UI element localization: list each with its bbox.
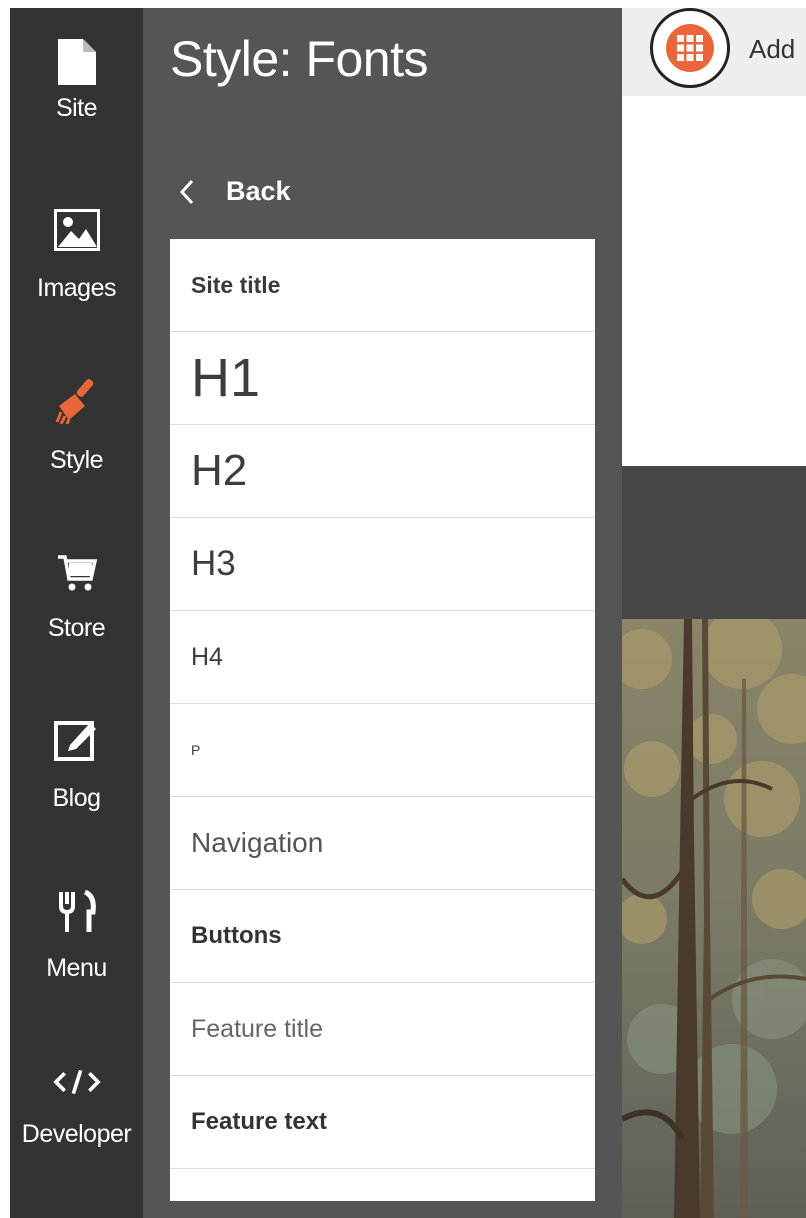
chevron-left-icon bbox=[179, 179, 194, 204]
apps-grid-icon bbox=[666, 24, 714, 72]
font-item-h3[interactable]: H3 bbox=[170, 518, 595, 611]
style-fonts-panel: Style: Fonts Back Site title H1 H2 H3 H4… bbox=[143, 8, 622, 1218]
sidebar-item-store[interactable]: Store bbox=[10, 548, 143, 698]
back-button[interactable]: Back bbox=[176, 176, 291, 207]
font-item-feature-text[interactable]: Feature text bbox=[170, 1076, 595, 1169]
sidebar-item-developer[interactable]: Developer bbox=[10, 1058, 143, 1208]
preview-hero-image bbox=[622, 619, 806, 1218]
font-item-h4[interactable]: H4 bbox=[170, 611, 595, 704]
sidebar-item-site[interactable]: Site bbox=[10, 38, 143, 188]
back-label: Back bbox=[226, 176, 291, 206]
sidebar-item-label: Store bbox=[47, 614, 106, 642]
sidebar-item-label: Blog bbox=[52, 784, 101, 812]
preview-nav-band bbox=[622, 466, 806, 619]
sidebar-item-blog[interactable]: Blog bbox=[10, 716, 143, 866]
font-item-feature-title[interactable]: Feature title bbox=[170, 983, 595, 1076]
sidebar-item-images[interactable]: Images bbox=[10, 206, 143, 356]
sidebar-item-label: Images bbox=[37, 274, 116, 302]
sidebar-item-label: Menu bbox=[46, 954, 107, 982]
cart-icon bbox=[53, 548, 101, 596]
font-item-site-title[interactable]: Site title bbox=[170, 239, 595, 332]
add-button[interactable] bbox=[650, 8, 730, 88]
sidebar-item-label: Site bbox=[55, 94, 98, 122]
top-toolbar: Add bbox=[622, 8, 806, 96]
font-item-h2[interactable]: H2 bbox=[170, 425, 595, 518]
font-item-p[interactable]: P bbox=[170, 704, 595, 797]
sidebar-item-label: Style bbox=[49, 446, 104, 474]
font-item-buttons[interactable]: Buttons bbox=[170, 890, 595, 983]
sidebar-item-label: Developer bbox=[21, 1120, 132, 1148]
add-label[interactable]: Add bbox=[749, 34, 795, 65]
fork-knife-icon bbox=[53, 888, 101, 936]
preview-header-area bbox=[622, 96, 806, 466]
edit-icon bbox=[53, 716, 101, 764]
page-title: Style: Fonts bbox=[170, 31, 429, 87]
sidebar-item-menu[interactable]: Menu bbox=[10, 888, 143, 1038]
file-icon bbox=[53, 38, 101, 86]
image-icon bbox=[53, 206, 101, 254]
code-icon bbox=[52, 1058, 101, 1106]
sidebar-rail: Site Images Style Store Blog Menu Develo… bbox=[10, 8, 143, 1218]
font-list: Site title H1 H2 H3 H4 P Navigation Butt… bbox=[170, 239, 595, 1201]
sidebar-item-style[interactable]: Style bbox=[10, 376, 143, 526]
font-item-h1[interactable]: H1 bbox=[170, 332, 595, 425]
brush-icon bbox=[53, 376, 101, 424]
font-item-navigation[interactable]: Navigation bbox=[170, 797, 595, 890]
